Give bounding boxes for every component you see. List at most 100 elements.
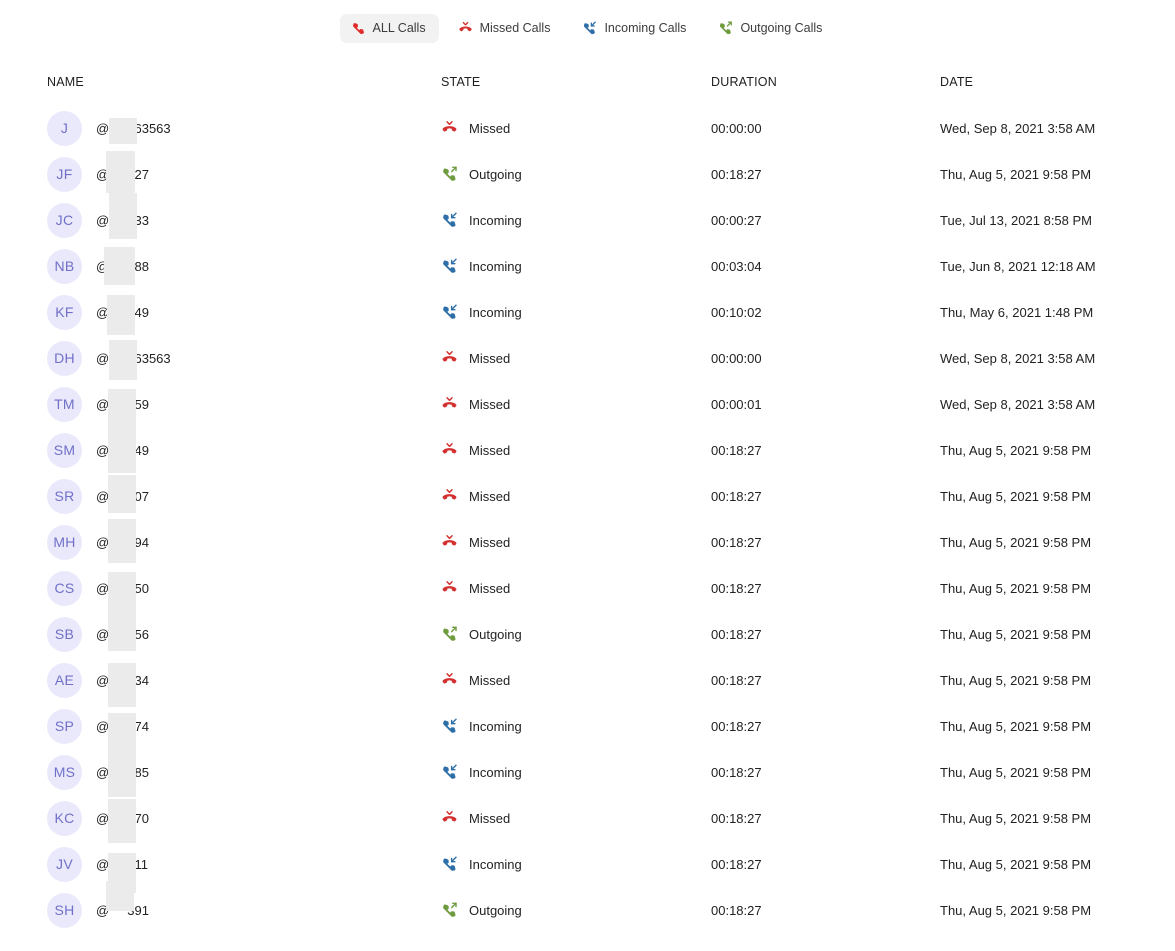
- avatar: KF: [47, 294, 82, 330]
- table-row[interactable]: J @ 563563 Missed 00:00:00 Wed, Sep 8, 2021 …: [0, 105, 1175, 151]
- username-handle-prefix: @: [96, 258, 110, 274]
- status-badge: Incoming: [441, 856, 522, 873]
- table-row[interactable]: AE @ 834 Missed 00:18:27 Thu, Aug 5, 2021 9:…: [0, 657, 1175, 707]
- tab-missed[interactable]: Missed Calls: [447, 14, 564, 43]
- username-redacted-gap: [109, 121, 127, 136]
- missed-call-icon: [441, 350, 458, 367]
- username: @ 149: [96, 430, 149, 473]
- cell-duration: 00:18:27: [711, 810, 762, 826]
- username-redacted-gap: [109, 857, 127, 872]
- cell-name: JV @ 311: [47, 841, 437, 893]
- username: @ 850: [96, 571, 149, 614]
- state-label: Missed: [469, 580, 511, 596]
- username-redacted-gap: [109, 443, 127, 458]
- cell-name: KC @ 370: [47, 795, 437, 843]
- username: @ 574: [96, 712, 149, 755]
- tab-outgoing[interactable]: Outgoing Calls: [707, 14, 835, 43]
- cell-date: Tue, Jun 8, 2021 12:18 AM: [940, 258, 1096, 274]
- cell-duration: 00:00:00: [711, 120, 762, 136]
- username-number: 311: [127, 856, 148, 872]
- table-row[interactable]: SP @ 574 Incoming 00:18:27 Thu, Aug 5, 2021 …: [0, 703, 1175, 755]
- avatar: JV: [47, 846, 82, 882]
- cell-date: Thu, Aug 5, 2021 9:58 PM: [940, 810, 1092, 826]
- tab-all[interactable]: ALL Calls: [339, 14, 439, 43]
- table-row[interactable]: JF @ 027 Outgoing 00:18:27 Thu, Aug 5, 2021 …: [0, 150, 1175, 197]
- cell-date: Thu, Aug 5, 2021 9:58 PM: [940, 902, 1092, 918]
- cell-name: JF @ 027: [47, 150, 437, 197]
- state-label: Missed: [469, 672, 511, 688]
- table-row[interactable]: KF @ 549 Incoming 00:10:02 Thu, May 6, 2021 …: [0, 289, 1175, 335]
- cell-duration: 00:18:27: [711, 764, 762, 780]
- cell-duration: 00:18:27: [711, 902, 762, 918]
- tab-incoming[interactable]: Incoming Calls: [571, 14, 699, 43]
- table-row[interactable]: KC @ 370 Missed 00:18:27 Thu, Aug 5, 2021 9:…: [0, 795, 1175, 843]
- table-row[interactable]: NB @ 088 Incoming 00:03:04 Tue, Jun 8, 2021 …: [0, 243, 1175, 289]
- column-header-name: NAME: [47, 75, 84, 89]
- table-row[interactable]: JV @ 311 Incoming 00:18:27 Thu, Aug 5, 2021 …: [0, 841, 1175, 893]
- username-handle-prefix: @: [96, 442, 110, 458]
- username-number: 259: [127, 396, 149, 412]
- avatar: DH: [47, 340, 82, 376]
- cell-state: Incoming: [441, 243, 701, 289]
- table-row[interactable]: SR @ 907 Missed 00:18:27 Thu, Aug 5, 2021 9:…: [0, 473, 1175, 519]
- table-row[interactable]: MS @ 185 Incoming 00:18:27 Thu, Aug 5, 2021 …: [0, 749, 1175, 797]
- column-header-date: DATE: [940, 75, 974, 89]
- cell-name: MS @ 185: [47, 749, 437, 797]
- status-badge: Missed: [441, 534, 510, 551]
- missed-call-icon: [441, 488, 458, 505]
- table-row[interactable]: SH @ 391 Outgoing 00:18:27 Thu, Aug 5, 2021 …: [0, 880, 1175, 933]
- username-number: 574: [127, 718, 149, 734]
- incoming-call-icon: [441, 718, 458, 735]
- cell-date: Wed, Sep 8, 2021 3:58 AM: [940, 350, 1096, 366]
- cell-state: Outgoing: [441, 151, 701, 197]
- avatar: JC: [47, 202, 82, 238]
- cell-duration: 00:18:27: [711, 166, 762, 182]
- cell-name: J @ 563563: [47, 105, 437, 151]
- username-number: 391: [127, 902, 149, 918]
- table-row[interactable]: TM @ 259 Missed 00:00:01 Wed, Sep 8, 2021 3:…: [0, 381, 1175, 433]
- username-redacted-gap: [109, 627, 127, 642]
- username-handle-prefix: @: [96, 212, 110, 228]
- cell-date: Tue, Jul 13, 2021 8:58 PM: [940, 212, 1093, 228]
- status-badge: Missed: [441, 580, 510, 597]
- status-badge: Missed: [441, 350, 510, 367]
- call-filter-tabbar: ALL Calls Missed Calls Incoming Calls Outgo…: [0, 14, 1175, 43]
- cell-date: Thu, Aug 5, 2021 9:58 PM: [940, 488, 1092, 504]
- status-badge: Incoming: [441, 258, 522, 275]
- state-label: Outgoing: [469, 166, 522, 182]
- column-header-state: STATE: [441, 75, 481, 89]
- table-row[interactable]: DH @ 863563 Missed 00:00:00 Wed, Sep 8, 2021…: [0, 335, 1175, 381]
- username: @ 088: [96, 246, 149, 285]
- incoming-call-icon: [582, 21, 597, 36]
- cell-name: SM @ 149: [47, 427, 437, 473]
- outgoing-call-icon: [718, 21, 733, 36]
- cell-state: Outgoing: [441, 611, 701, 657]
- table-row[interactable]: MH @ 094 Missed 00:18:27 Thu, Aug 5, 2021 9:…: [0, 518, 1175, 565]
- cell-state: Missed: [441, 335, 701, 381]
- username-number: 094: [127, 534, 149, 550]
- tab-label: ALL Calls: [372, 21, 426, 36]
- cell-state: Outgoing: [441, 887, 701, 933]
- cell-duration: 00:00:01: [711, 396, 762, 412]
- cell-date: Thu, Aug 5, 2021 9:58 PM: [940, 534, 1092, 550]
- table-row[interactable]: CS @ 850 Missed 00:18:27 Thu, Aug 5, 2021 9:…: [0, 565, 1175, 614]
- username-handle-prefix: @: [96, 718, 110, 734]
- username-redacted-gap: [109, 213, 127, 228]
- username-handle-prefix: @: [96, 626, 110, 642]
- missed-call-icon: [441, 810, 458, 827]
- status-badge: Outgoing: [441, 626, 522, 643]
- cell-state: Missed: [441, 427, 701, 473]
- cell-state: Incoming: [441, 703, 701, 749]
- username-redacted-gap: [109, 167, 127, 182]
- table-row[interactable]: JC @ 633 Incoming 00:00:27 Tue, Jul 13, 2021…: [0, 192, 1175, 243]
- cell-date: Thu, Aug 5, 2021 9:58 PM: [940, 718, 1092, 734]
- table-row[interactable]: SB @ 756 Outgoing 00:18:27 Thu, Aug 5, 2021 …: [0, 611, 1175, 657]
- call-history-list: J @ 563563 Missed 00:00:00 Wed, Sep 8, 2021 …: [0, 105, 1175, 933]
- state-label: Incoming: [469, 212, 522, 228]
- outgoing-call-icon: [441, 902, 458, 919]
- status-badge: Incoming: [441, 212, 522, 229]
- state-label: Missed: [469, 534, 511, 550]
- cell-duration: 00:00:27: [711, 212, 762, 228]
- cell-duration: 00:18:27: [711, 442, 762, 458]
- table-row[interactable]: SM @ 149 Missed 00:18:27 Thu, Aug 5, 2021 9:…: [0, 427, 1175, 473]
